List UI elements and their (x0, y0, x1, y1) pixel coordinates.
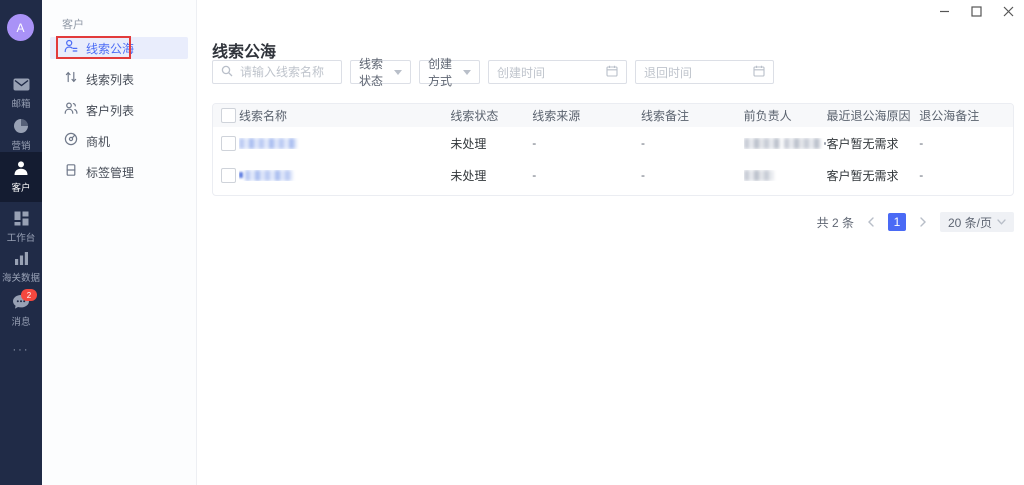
customer-list-icon (64, 101, 78, 120)
minimize-button[interactable] (936, 3, 952, 19)
sidebar-item-label: 客户 (12, 179, 31, 193)
lead-source: - (532, 136, 641, 150)
lead-pool-icon (64, 39, 78, 58)
sidebar-item-mail[interactable]: 邮箱 (0, 76, 42, 110)
lead-name-redacted[interactable] (239, 138, 450, 149)
app-sidebar: A 邮箱 营销 客户 工作台 (0, 0, 42, 485)
date-placeholder: 创建时间 (497, 64, 545, 81)
close-button[interactable] (1000, 3, 1016, 19)
total-count: 共 2 条 (817, 214, 854, 231)
page-title: 线索公海 (212, 38, 276, 62)
lead-note: - (641, 136, 744, 150)
person-icon (12, 160, 30, 176)
search-icon (221, 65, 233, 80)
column-header: 前负责人 (744, 107, 827, 124)
pagination: 共 2 条 1 20 条/页 (817, 212, 1014, 232)
mail-icon (12, 76, 30, 92)
sidebar-item-label: 邮箱 (12, 95, 31, 109)
lead-name-redacted[interactable] (239, 170, 450, 181)
column-header: 最近退公海原因 (826, 107, 919, 124)
submenu-item-tag-management[interactable]: 标签管理 (50, 161, 188, 183)
previous-owner-redacted (744, 138, 827, 149)
next-page-button[interactable] (916, 213, 930, 231)
return-note: - (919, 136, 1013, 150)
chevron-down-icon (394, 70, 402, 75)
prev-page-button[interactable] (864, 213, 878, 231)
lead-status: 未处理 (450, 135, 532, 152)
page-number-button[interactable]: 1 (888, 213, 906, 231)
main-content: 线索公海 线索状态 创建方式 创建时间 (197, 0, 1024, 485)
maximize-button[interactable] (968, 3, 984, 19)
app-window: A 邮箱 营销 客户 工作台 (0, 0, 1024, 485)
return-reason: 客户暂无需求 (826, 135, 919, 152)
select-all-checkbox[interactable] (221, 108, 236, 123)
submenu-item-lead-pool[interactable]: 线索公海 (50, 37, 188, 59)
lead-name-search[interactable] (212, 60, 342, 84)
chat-bubble-icon: 2 (12, 294, 30, 310)
column-header: 线索名称 (239, 107, 450, 124)
search-input[interactable] (238, 64, 333, 80)
leads-table: 线索名称 线索状态 线索来源 线索备注 前负责人 最近退公海原因 退公海备注 未… (212, 103, 1014, 196)
create-method-select[interactable]: 创建方式 (419, 60, 480, 84)
column-header: 线索来源 (532, 107, 641, 124)
window-controls (936, 3, 1016, 19)
create-time-picker[interactable]: 创建时间 (488, 60, 627, 84)
sidebar-item-customer[interactable]: 客户 (0, 152, 42, 202)
chevron-down-icon (463, 70, 471, 75)
opportunity-icon (64, 132, 78, 151)
submenu-item-lead-list[interactable]: 线索列表 (50, 68, 188, 90)
lead-note: - (641, 168, 744, 182)
submenu-item-label: 商机 (86, 133, 110, 150)
calendar-icon (753, 65, 765, 80)
avatar[interactable]: A (7, 14, 34, 41)
message-count-badge: 2 (21, 289, 37, 301)
pie-chart-icon (12, 118, 30, 134)
submenu-header: 客户 (62, 16, 84, 32)
lead-status-select[interactable]: 线索状态 (350, 60, 411, 84)
sidebar-item-customs-data[interactable]: 海关数据 (0, 250, 42, 284)
lead-source: - (532, 168, 641, 182)
tag-icon (64, 163, 78, 182)
date-placeholder: 退回时间 (644, 64, 692, 81)
page-size-label: 20 条/页 (948, 214, 992, 231)
row-checkbox[interactable] (221, 168, 236, 183)
table-row[interactable]: 未处理 - - 客户暂无需求 - (213, 127, 1013, 159)
calendar-icon (606, 65, 618, 80)
row-checkbox[interactable] (221, 136, 236, 151)
submenu-item-label: 线索公海 (86, 40, 134, 57)
return-note: - (919, 168, 1013, 182)
table-row[interactable]: 未处理 - - 客户暂无需求 - (213, 159, 1013, 191)
return-time-picker[interactable]: 退回时间 (635, 60, 774, 84)
column-header: 线索状态 (450, 107, 532, 124)
table-header-row: 线索名称 线索状态 线索来源 线索备注 前负责人 最近退公海原因 退公海备注 (213, 104, 1013, 127)
sidebar-item-label: 工作台 (7, 229, 36, 243)
select-label: 线索状态 (359, 55, 394, 89)
submenu-item-label: 客户列表 (86, 102, 134, 119)
column-header: 退公海备注 (919, 107, 1013, 124)
sidebar-item-marketing[interactable]: 营销 (0, 118, 42, 152)
submenu-item-customer-list[interactable]: 客户列表 (50, 99, 188, 121)
sidebar-item-label: 海关数据 (2, 269, 40, 283)
return-reason: 客户暂无需求 (826, 167, 919, 184)
lead-list-icon (64, 70, 78, 89)
dashboard-grid-icon (12, 210, 30, 226)
submenu-item-label: 标签管理 (86, 164, 134, 181)
page-size-select[interactable]: 20 条/页 (940, 212, 1014, 232)
sidebar-item-label: 营销 (12, 137, 31, 151)
previous-owner-redacted (744, 170, 827, 181)
filter-bar: 线索状态 创建方式 创建时间 退回时间 (212, 60, 774, 84)
column-header: 线索备注 (641, 107, 744, 124)
sidebar-item-label: 消息 (12, 313, 31, 327)
lead-status: 未处理 (450, 167, 532, 184)
sidebar-item-workbench[interactable]: 工作台 (0, 210, 42, 244)
sidebar-item-messages[interactable]: 2 消息 (0, 294, 42, 328)
sidebar-more-button[interactable]: ··· (0, 344, 42, 356)
bar-chart-icon (12, 250, 30, 266)
submenu-item-opportunity[interactable]: 商机 (50, 130, 188, 152)
select-label: 创建方式 (428, 55, 463, 89)
submenu-panel: 客户 线索公海 线索列表 客户列表 商机 (42, 0, 197, 485)
submenu-item-label: 线索列表 (86, 71, 134, 88)
